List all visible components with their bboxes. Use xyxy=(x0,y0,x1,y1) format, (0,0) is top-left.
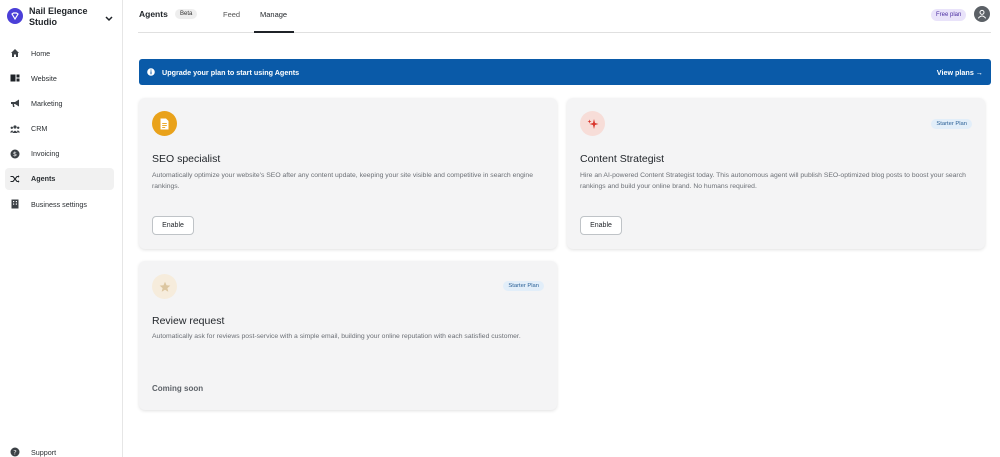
sparkle-icon xyxy=(580,111,605,136)
agent-description: Automatically ask for reviews post-servi… xyxy=(152,333,521,340)
agent-title: Review request xyxy=(152,315,225,327)
info-icon xyxy=(147,68,155,76)
agent-card-seo-specialist: SEO specialist Automatically optimize yo… xyxy=(139,98,557,249)
enable-content-strategist-button[interactable]: Enable xyxy=(580,216,622,235)
star-icon xyxy=(152,274,177,299)
active-tab-indicator xyxy=(254,31,294,33)
agent-description: Hire an AI-powered Content Strategist to… xyxy=(580,172,966,190)
upgrade-message: Upgrade your plan to start using Agents xyxy=(162,68,300,77)
starter-plan-badge: Starter Plan xyxy=(503,281,544,291)
sidebar-item-label: Invoicing xyxy=(31,149,60,159)
top-bar: Agents Beta Feed Manage Free plan xyxy=(138,0,991,33)
page-title: Agents xyxy=(139,9,168,19)
sidebar-item-agents[interactable]: Agents xyxy=(5,167,114,190)
sidebar-item-label: Agents xyxy=(31,174,56,184)
sidebar-item-label: Marketing xyxy=(31,98,63,108)
sidebar-item-marketing[interactable]: Marketing xyxy=(5,92,114,114)
beta-badge: Beta xyxy=(175,9,198,19)
sidebar-item-label: CRM xyxy=(31,124,48,134)
sidebar-item-home[interactable]: Home xyxy=(5,42,114,64)
sidebar-item-crm[interactable]: CRM xyxy=(5,118,114,140)
document-icon xyxy=(152,111,177,136)
starter-plan-badge: Starter Plan xyxy=(931,119,972,129)
sidebar-item-label: Business settings xyxy=(31,199,87,209)
agent-card-content-strategist: Starter Plan Content Strategist Hire an … xyxy=(567,98,985,249)
tab-manage[interactable]: Manage xyxy=(260,10,287,19)
user-icon xyxy=(977,9,987,19)
agent-description: Automatically optimize your website's SE… xyxy=(152,172,533,190)
view-plans-link[interactable]: View plans → xyxy=(937,68,983,77)
coming-soon-label: Coming soon xyxy=(152,384,204,393)
business-name: Nail Elegance Studio xyxy=(29,6,88,27)
help-icon: ? xyxy=(10,447,20,457)
svg-text:?: ? xyxy=(13,448,16,456)
sidebar: Nail Elegance Studio Home Website Market… xyxy=(0,0,123,457)
building-icon xyxy=(10,199,20,209)
sidebar-item-website[interactable]: Website xyxy=(5,67,114,89)
agent-card-review-request: Starter Plan Review request Automaticall… xyxy=(139,261,557,410)
home-icon xyxy=(10,48,20,58)
sidebar-item-label: Support xyxy=(31,447,57,457)
plan-badge[interactable]: Free plan xyxy=(931,9,967,21)
tab-feed[interactable]: Feed xyxy=(223,10,240,19)
shuffle-icon xyxy=(10,174,20,184)
svg-text:$: $ xyxy=(13,150,17,158)
sidebar-item-business-settings[interactable]: Business settings xyxy=(5,193,114,215)
sidebar-nav: Home Website Marketing CRM $ Invoicing A… xyxy=(5,42,114,218)
enable-seo-specialist-button[interactable]: Enable xyxy=(152,216,194,235)
megaphone-icon xyxy=(10,98,20,108)
sidebar-item-support[interactable]: ? Support xyxy=(10,447,56,457)
upgrade-banner: Upgrade your plan to start using Agents … xyxy=(139,59,991,85)
business-switcher[interactable]: Nail Elegance Studio xyxy=(7,6,119,28)
chevron-down-icon[interactable] xyxy=(105,9,113,27)
avatar[interactable] xyxy=(974,6,990,22)
agent-title: SEO specialist xyxy=(152,153,221,165)
sidebar-item-invoicing[interactable]: $ Invoicing xyxy=(5,143,114,165)
brand-logo-icon xyxy=(7,8,23,24)
people-icon xyxy=(10,124,20,134)
sidebar-item-label: Home xyxy=(31,48,51,58)
website-icon xyxy=(10,73,20,83)
dollar-icon: $ xyxy=(10,149,20,159)
agent-title: Content Strategist xyxy=(580,153,665,165)
sidebar-item-label: Website xyxy=(31,73,57,83)
